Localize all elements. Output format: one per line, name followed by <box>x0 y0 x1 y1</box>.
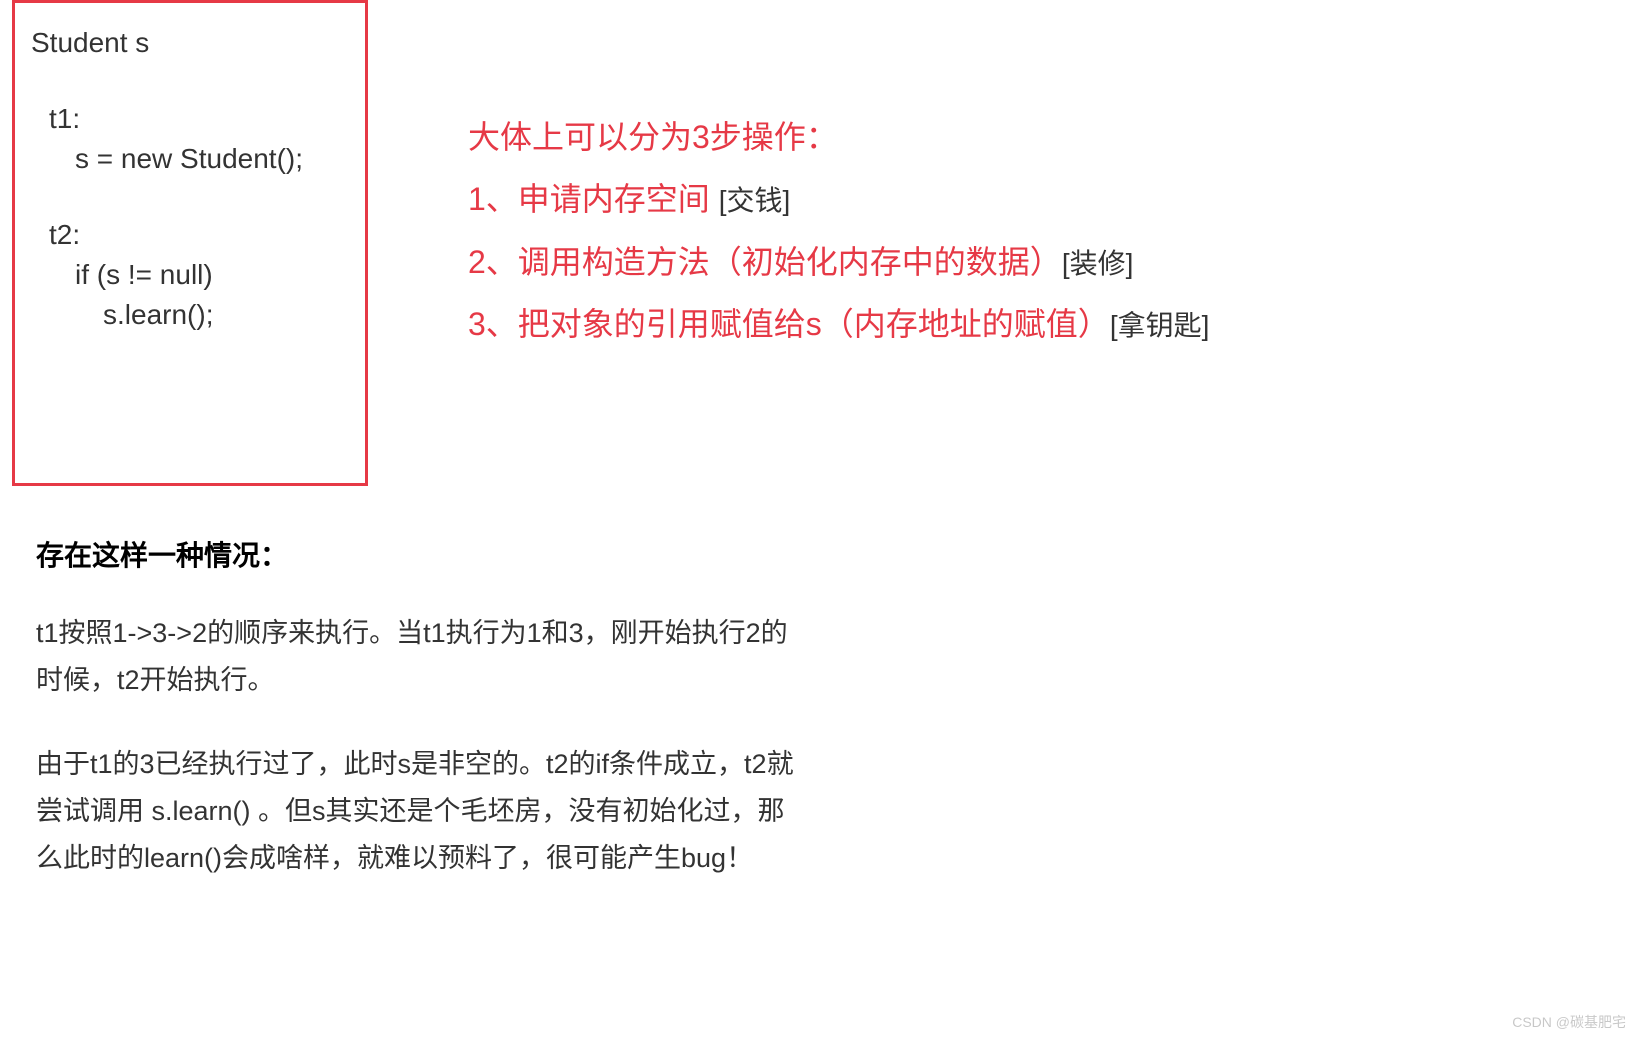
code-box: Student s t1: s = new Student(); t2: if … <box>12 0 368 486</box>
code-line: t1: <box>31 103 349 135</box>
steps-heading: 大体上可以分为3步操作： <box>468 106 1528 168</box>
explain-para-2: 由于t1的3已经执行过了，此时s是非空的。t2的if条件成立，t2就尝试调用 s… <box>36 741 796 883</box>
code-line: s.learn(); <box>31 299 349 331</box>
step-1-bracket: [交钱] <box>719 185 791 216</box>
step-3-bracket: [拿钥匙] <box>1110 310 1210 341</box>
explain-title: 存在这样一种情况： <box>36 534 796 574</box>
explanation-section: 存在这样一种情况： t1按照1->3->2的顺序来执行。当t1执行为1和3，刚开… <box>36 534 796 918</box>
step-2-red: 2、调用构造方法（初始化内存中的数据） <box>468 244 1062 280</box>
explain-para-1: t1按照1->3->2的顺序来执行。当t1执行为1和3，刚开始执行2的时候，t2… <box>36 610 796 705</box>
code-blank <box>31 183 349 219</box>
step-2: 2、调用构造方法（初始化内存中的数据）[装修] <box>468 231 1528 293</box>
step-3-red: 3、把对象的引用赋值给s（内存地址的赋值） <box>468 306 1110 342</box>
step-1-red: 1、申请内存空间 <box>468 181 719 217</box>
step-1: 1、申请内存空间 [交钱] <box>468 168 1528 230</box>
code-blank <box>31 67 349 103</box>
watermark: CSDN @碳基肥宅 <box>1512 1012 1626 1032</box>
step-2-bracket: [装修] <box>1062 248 1134 279</box>
code-line: t2: <box>31 219 349 251</box>
step-3: 3、把对象的引用赋值给s（内存地址的赋值）[拿钥匙] <box>468 293 1528 355</box>
code-line: Student s <box>31 27 349 59</box>
steps-panel: 大体上可以分为3步操作： 1、申请内存空间 [交钱] 2、调用构造方法（初始化内… <box>468 106 1528 356</box>
code-line: s = new Student(); <box>31 143 349 175</box>
code-line: if (s != null) <box>31 259 349 291</box>
